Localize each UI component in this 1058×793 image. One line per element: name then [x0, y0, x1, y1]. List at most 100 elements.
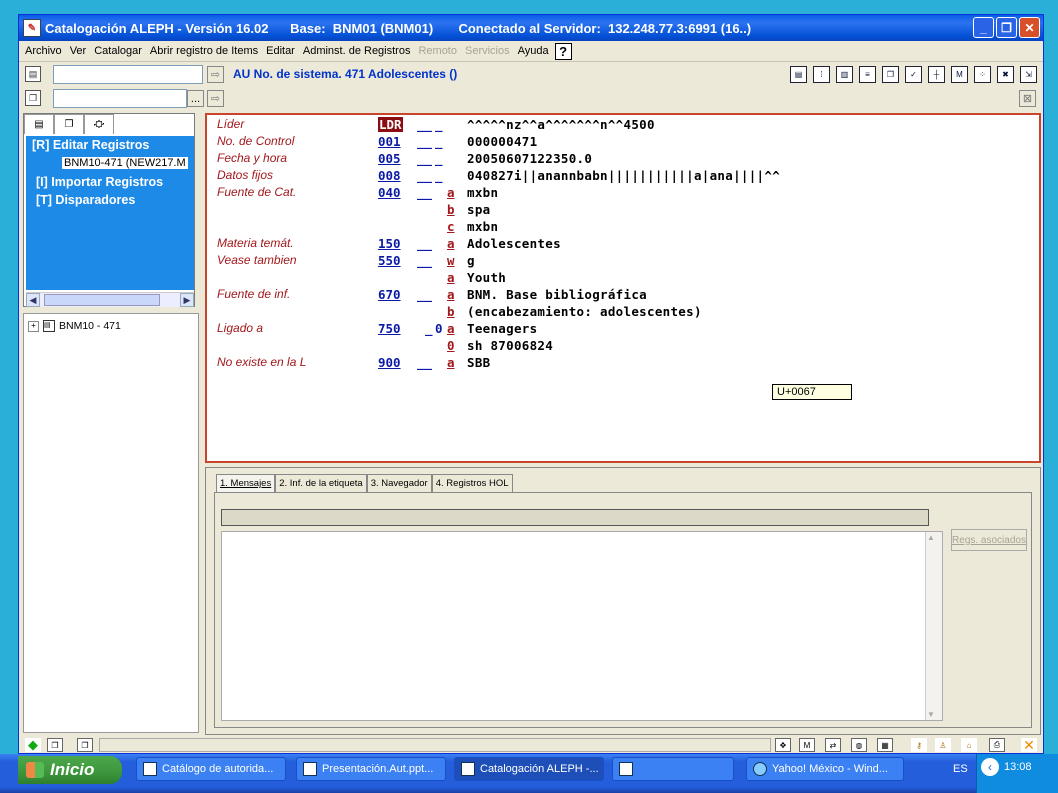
tab-registros-hol[interactable]: 4. Registros HOL	[431, 474, 513, 493]
marc-field-row[interactable]: Materia temát. 150 __ a Adolescentes	[207, 236, 1037, 253]
scroll-thumb[interactable]	[44, 294, 160, 306]
marc-field-row[interactable]: 0 sh 87006824	[207, 338, 1037, 355]
second-search-input[interactable]	[53, 89, 187, 108]
indicator-2[interactable]: _	[435, 151, 443, 166]
tree-node[interactable]: + ▤ BNM10 - 471	[28, 320, 121, 332]
subfield-code[interactable]: w	[447, 253, 455, 268]
task-aleph[interactable]: Catalogación ALEPH -...	[454, 757, 604, 781]
marc-status-icon[interactable]: M	[799, 738, 815, 752]
search-input[interactable]	[53, 65, 203, 84]
move-icon[interactable]: ✥	[775, 738, 791, 752]
task-catalogo[interactable]: Catálogo de autorida...	[136, 757, 286, 781]
person-icon[interactable]: ♙	[935, 738, 951, 752]
field-value[interactable]: 040827i||anannbabn|||||||||||a|ana||||^^	[467, 168, 780, 183]
green-diamond-icon[interactable]: ◆	[25, 737, 41, 752]
field-value[interactable]: mxbn	[467, 219, 498, 234]
menu-archivo[interactable]: Archivo	[23, 45, 68, 57]
title-bar[interactable]: ✎ Catalogación ALEPH - Versión 16.02 Bas…	[19, 15, 1043, 41]
scroll-left-icon[interactable]: ◀	[26, 293, 40, 307]
exit-icon[interactable]: ✕	[1021, 737, 1037, 753]
indicator-1[interactable]: __	[417, 236, 432, 251]
marc-editor[interactable]: U+0067 Líder LDR __ _ ^^^^^nz^^a^^^^^^^n^^45…	[205, 113, 1041, 463]
split-icon[interactable]: ┼	[928, 66, 945, 83]
field-value[interactable]: mxbn	[467, 185, 498, 200]
menu-ver[interactable]: Ver	[68, 45, 93, 57]
tree-item-editar[interactable]: [R] Editar Registros	[32, 138, 149, 152]
marc-icon[interactable]: M	[951, 66, 968, 83]
export-icon[interactable]: ⇲	[1020, 66, 1037, 83]
field-tag[interactable]: 008	[378, 168, 401, 183]
field-value[interactable]: (encabezamiento: adolescentes)	[467, 304, 702, 319]
regs-asociados-button[interactable]: Regs. asociados	[951, 529, 1027, 551]
record-icon[interactable]: ▤	[25, 66, 41, 82]
field-value[interactable]: Youth	[467, 270, 506, 285]
records-tab-icon[interactable]: ▤	[24, 114, 54, 134]
field-tag[interactable]: 150	[378, 236, 401, 251]
subfield-code[interactable]: c	[447, 219, 455, 234]
marc-field-row[interactable]: Datos fijos 008 __ _ 040827i||anannbabn|||||…	[207, 168, 1037, 185]
check-icon[interactable]: ✓	[905, 66, 922, 83]
menu-adminst-registros[interactable]: Adminst. de Registros	[301, 45, 417, 57]
book-icon[interactable]: ▥	[836, 66, 853, 83]
marc-field-row[interactable]: Fuente de inf. 670 __ a BNM. Base bibliográf…	[207, 287, 1037, 304]
copy-tab-icon[interactable]: ❐	[54, 114, 84, 134]
marc-field-row[interactable]: Líder LDR __ _ ^^^^^nz^^a^^^^^^^n^^4500	[207, 117, 1037, 134]
key-icon[interactable]: ⚷	[911, 738, 927, 752]
subfield-code[interactable]: a	[447, 321, 455, 336]
binoculars-tab-icon[interactable]: ⛮	[84, 114, 114, 134]
indicator-1[interactable]: __	[417, 287, 432, 302]
field-value[interactable]: BNM. Base bibliográfica	[467, 287, 647, 302]
subfield-code[interactable]: a	[447, 185, 455, 200]
marc-field-row[interactable]: No existe en la L 900 __ a SBB	[207, 355, 1037, 372]
indicator-1[interactable]: __	[417, 355, 432, 370]
indicator-1[interactable]: __	[417, 117, 432, 132]
table-icon[interactable]: ▦	[877, 738, 893, 752]
close-icon[interactable]: ✕	[1019, 17, 1040, 38]
printer-icon[interactable]: ⎙	[989, 738, 1005, 752]
marc-field-row[interactable]: Ligado a 750 _ 0 a Teenagers	[207, 321, 1037, 338]
messages-area[interactable]: ▲ ▼	[221, 531, 943, 721]
field-tag[interactable]: 005	[378, 151, 401, 166]
horizontal-scrollbar[interactable]: ◀ ▶	[26, 292, 194, 307]
expand-icon[interactable]: +	[28, 320, 39, 332]
tree-item-disparadores[interactable]: [T] Disparadores	[36, 193, 135, 207]
marc-field-row[interactable]: a Youth	[207, 270, 1037, 287]
field-value[interactable]: spa	[467, 202, 490, 217]
restore-icon[interactable]: ❐	[996, 17, 1017, 38]
language-indicator[interactable]: ES	[953, 763, 968, 775]
field-value[interactable]: 20050607122350.0	[467, 151, 592, 166]
grid-icon[interactable]: ⁘	[974, 66, 991, 83]
field-tag[interactable]: 670	[378, 287, 401, 302]
field-tag[interactable]: 900	[378, 355, 401, 370]
minimize-icon[interactable]: _	[973, 17, 994, 38]
scroll-right-icon[interactable]: ▶	[180, 293, 194, 307]
marc-field-row[interactable]: Fuente de Cat. 040 __ a mxbn	[207, 185, 1037, 202]
go-arrow-button[interactable]: ⇨	[207, 66, 224, 83]
status-copy-icon[interactable]: ❐	[47, 738, 63, 752]
indicator-1[interactable]: __	[417, 185, 432, 200]
menu-editar[interactable]: Editar	[264, 45, 301, 57]
marc-field-row[interactable]: Fecha y hora 005 __ _ 20050607122350.0	[207, 151, 1037, 168]
library-icon[interactable]: ⌂	[961, 738, 977, 752]
field-value[interactable]: Teenagers	[467, 321, 537, 336]
field-value[interactable]: ^^^^^nz^^a^^^^^^^n^^4500	[467, 117, 655, 132]
field-value[interactable]: 000000471	[467, 134, 537, 149]
field-tag[interactable]: 550	[378, 253, 401, 268]
indicator-2[interactable]: _	[435, 117, 443, 132]
subfield-code[interactable]: a	[447, 270, 455, 285]
marc-field-row[interactable]: b spa	[207, 202, 1037, 219]
field-value[interactable]: SBB	[467, 355, 490, 370]
tab-mensajes[interactable]: 1. Mensajes	[216, 474, 276, 493]
subfield-code[interactable]: b	[447, 202, 455, 217]
field-tag[interactable]: 040	[378, 185, 401, 200]
scroll-down-icon[interactable]: ▼	[927, 710, 935, 719]
help-button[interactable]: ?	[554, 42, 572, 60]
field-tag[interactable]: 001	[378, 134, 401, 149]
tree-item-importar[interactable]: [I] Importar Registros	[36, 175, 163, 189]
subfield-code[interactable]: 0	[447, 338, 455, 353]
task-yahoo[interactable]: Yahoo! México - Wind...	[746, 757, 904, 781]
status-copy2-icon[interactable]: ❐	[77, 738, 93, 752]
swap-icon[interactable]: ⇄	[825, 738, 841, 752]
delete-icon[interactable]: ✖	[997, 66, 1014, 83]
indicator-2[interactable]: _	[435, 168, 443, 183]
